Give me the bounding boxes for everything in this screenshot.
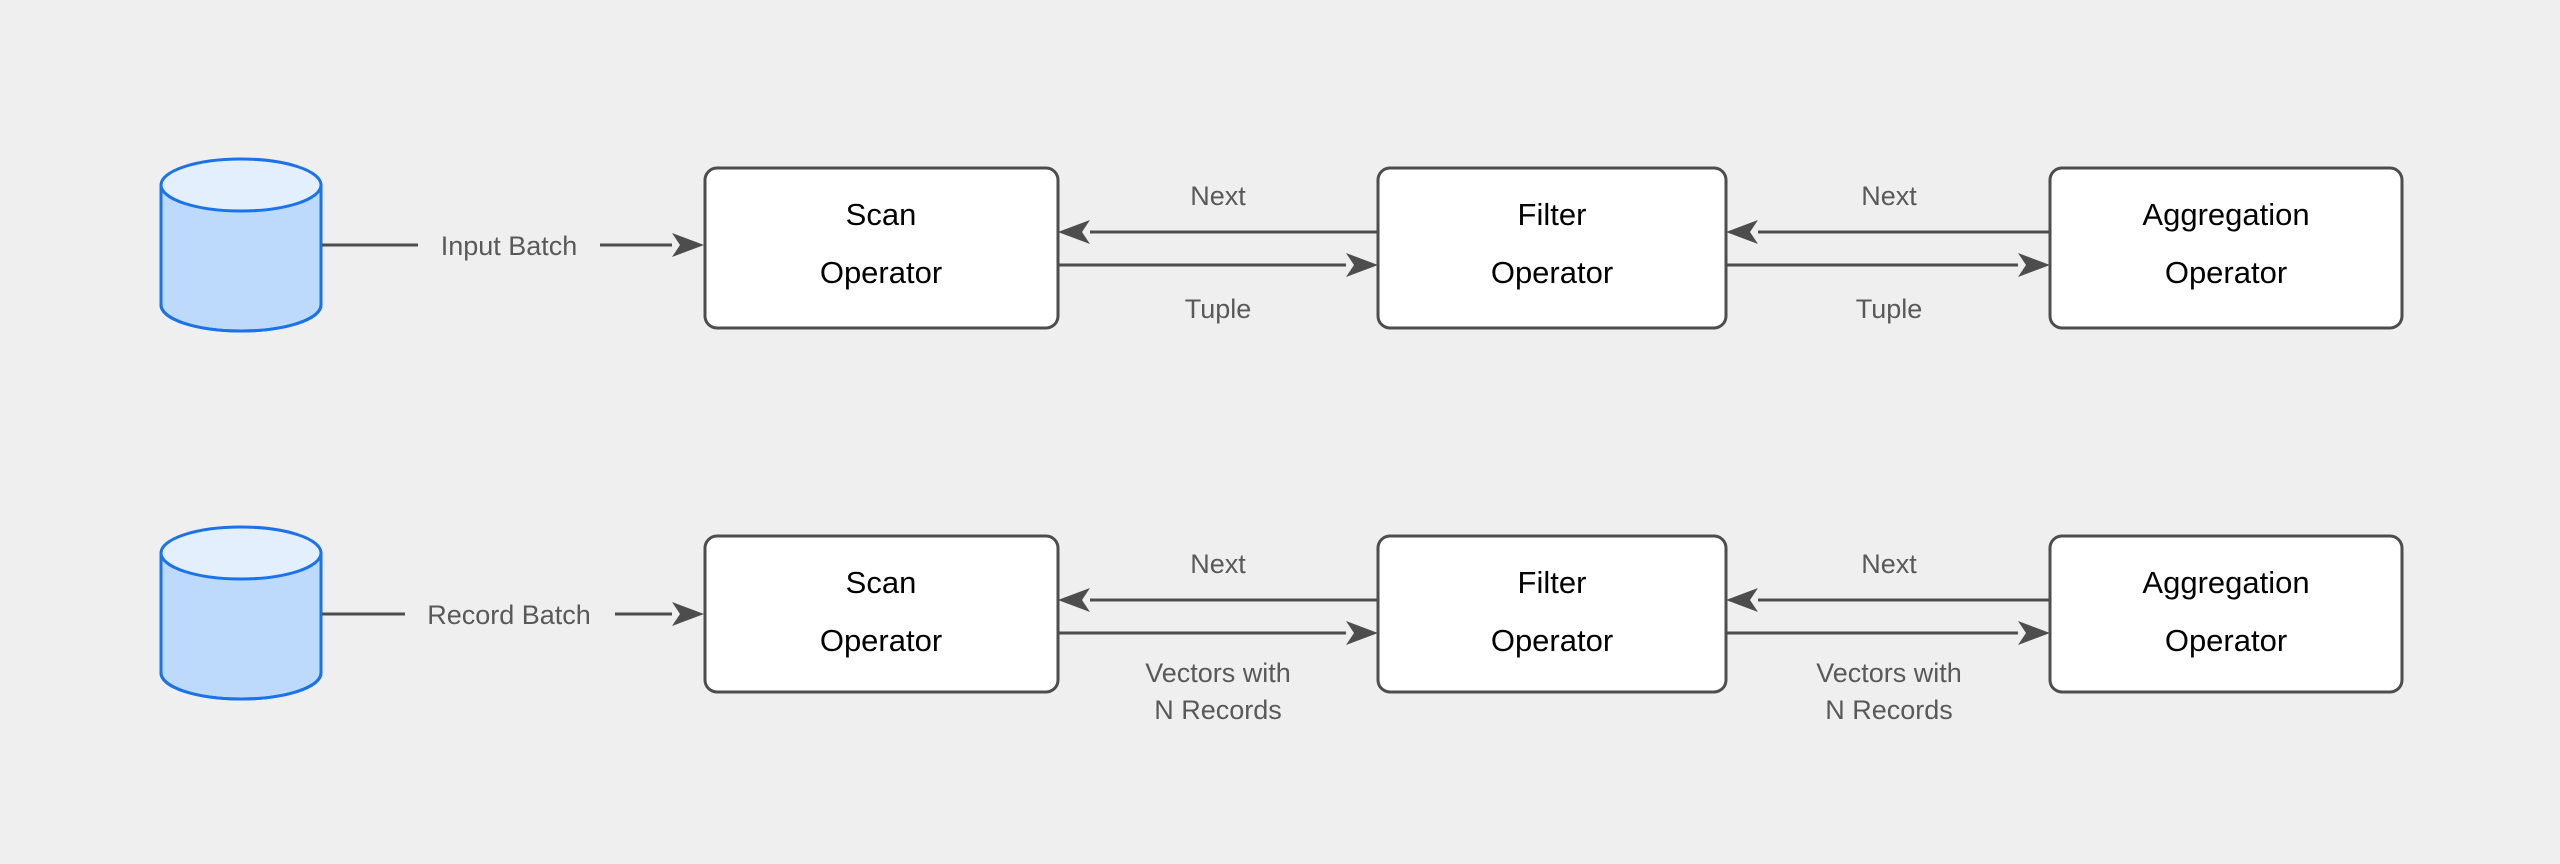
- edge-label-vectors-scan-filter-line2: N Records: [1154, 695, 1282, 725]
- edge-scan-filter: Next Tuple: [1058, 181, 1378, 324]
- edge-scan-filter-2: Next Vectors with N Records: [1058, 549, 1378, 725]
- edge-filter-aggregation-2: Next Vectors with N Records: [1726, 549, 2050, 725]
- operator-box-aggregation-2-line2: Operator: [2165, 623, 2287, 658]
- operator-box-scan-2-line1: Scan: [846, 565, 917, 600]
- operator-box-scan-2[interactable]: Scan Operator: [703, 534, 1060, 694]
- edge-label-tuple-scan-filter: Tuple: [1185, 294, 1252, 324]
- operator-box-aggregation-2-line1: Aggregation: [2142, 565, 2309, 600]
- pipeline-row-tuple-at-a-time: Input Batch Scan Operator Next Tuple Fil…: [159, 157, 2404, 333]
- operator-box-aggregation-line1: Aggregation: [2142, 197, 2309, 232]
- operator-box-filter-line1: Filter: [1518, 197, 1587, 232]
- operator-box-scan[interactable]: Scan Operator: [703, 166, 1060, 330]
- operator-box-scan-line1: Scan: [846, 197, 917, 232]
- operator-box-scan-line2: Operator: [820, 255, 942, 290]
- edge-label-tuple-filter-aggregation: Tuple: [1856, 294, 1923, 324]
- edge-label-next-filter-aggregation: Next: [1861, 181, 1917, 211]
- edge-label-next-scan-filter: Next: [1190, 181, 1246, 211]
- edge-source-to-scan-2: Record Batch: [322, 600, 704, 630]
- edge-source-to-scan: Input Batch: [322, 231, 704, 261]
- operator-box-aggregation-2[interactable]: Aggregation Operator: [2048, 534, 2404, 694]
- operator-box-filter[interactable]: Filter Operator: [1376, 166, 1728, 330]
- edge-label-vectors-filter-aggregation-line2: N Records: [1825, 695, 1953, 725]
- edge-label-next-scan-filter-2: Next: [1190, 549, 1246, 579]
- edge-label-next-filter-aggregation-2: Next: [1861, 549, 1917, 579]
- operator-box-filter-2-line2: Operator: [1491, 623, 1613, 658]
- edge-filter-aggregation: Next Tuple: [1726, 181, 2050, 324]
- edge-label-input-batch: Input Batch: [441, 231, 578, 261]
- operator-box-aggregation-line2: Operator: [2165, 255, 2287, 290]
- operator-box-filter-2[interactable]: Filter Operator: [1376, 534, 1728, 694]
- edge-label-vectors-filter-aggregation-line1: Vectors with: [1816, 658, 1962, 688]
- pipeline-row-vectorized: Record Batch Scan Operator Next Vectors …: [159, 525, 2404, 725]
- data-source-cylinder-icon: [159, 157, 323, 333]
- operator-box-scan-2-line2: Operator: [820, 623, 942, 658]
- data-source-cylinder-icon-2: [159, 525, 323, 701]
- diagram-root: Input Batch Scan Operator Next Tuple Fil…: [0, 0, 2560, 864]
- operator-box-filter-line2: Operator: [1491, 255, 1613, 290]
- edge-label-record-batch: Record Batch: [427, 600, 591, 630]
- operator-box-aggregation[interactable]: Aggregation Operator: [2048, 166, 2404, 330]
- edge-label-vectors-scan-filter-line1: Vectors with: [1145, 658, 1291, 688]
- operator-box-filter-2-line1: Filter: [1518, 565, 1587, 600]
- pipeline-diagram-canvas: Input Batch Scan Operator Next Tuple Fil…: [159, 157, 2404, 725]
